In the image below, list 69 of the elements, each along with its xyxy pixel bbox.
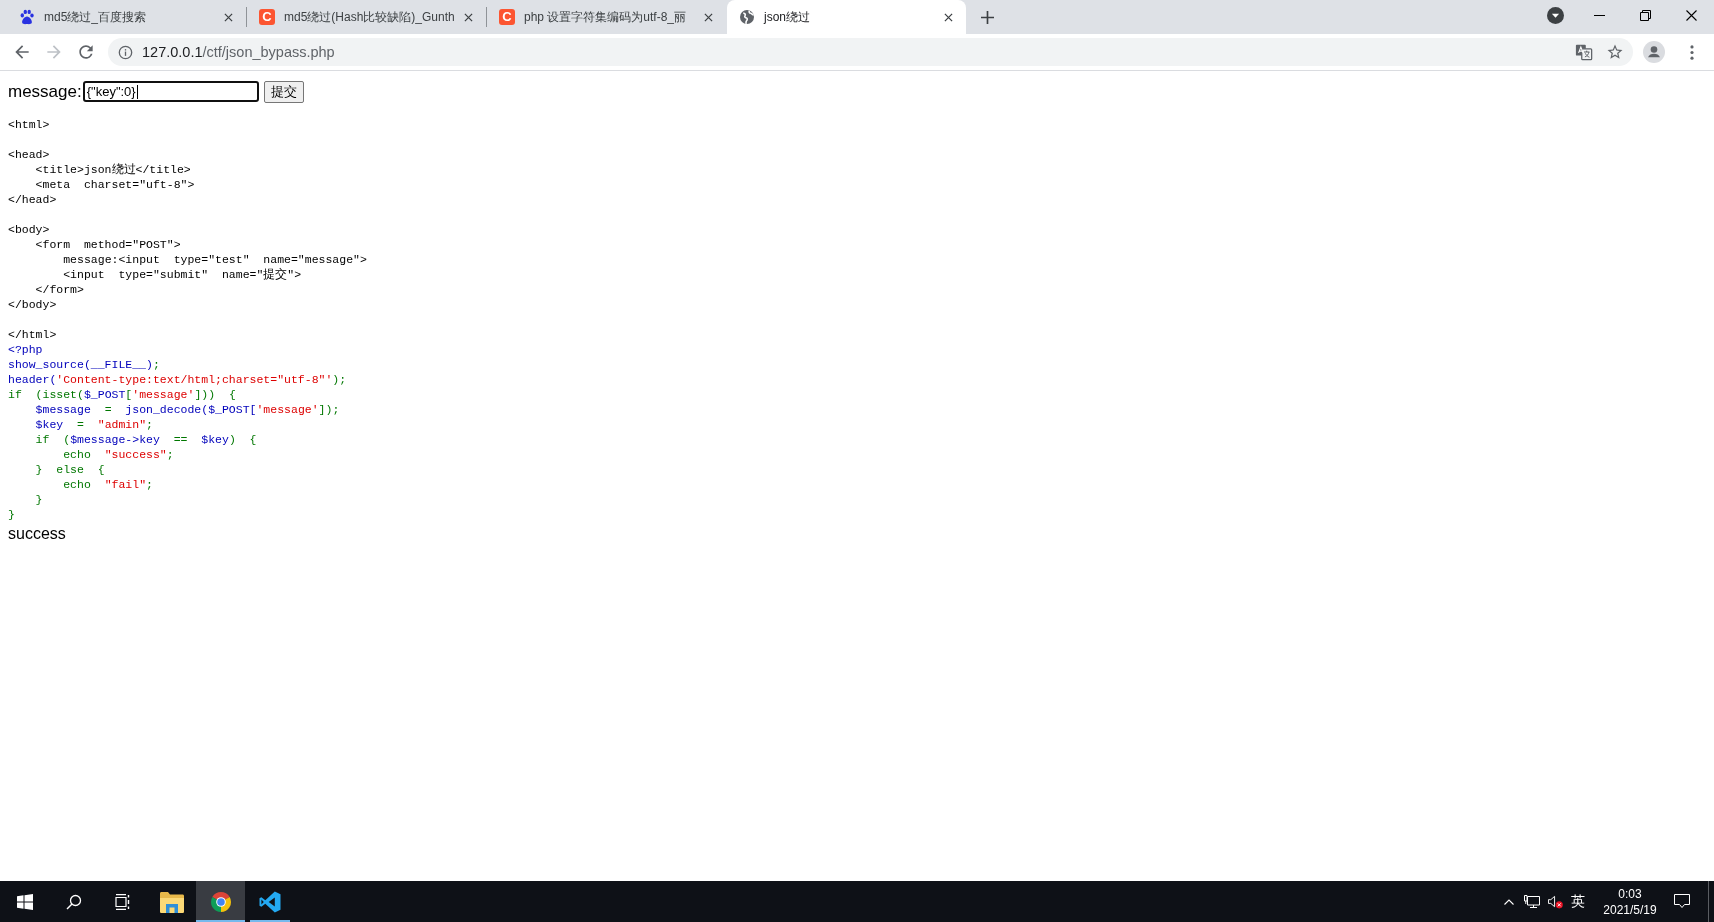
profile-avatar-icon[interactable] [1643, 41, 1665, 63]
output-text: success [8, 524, 66, 544]
plus-icon[interactable] [981, 10, 994, 24]
reload-icon[interactable] [76, 42, 96, 62]
browser-icon [208, 889, 233, 914]
speaker-muted-icon[interactable] [1547, 894, 1563, 909]
code-line: </body> [8, 298, 57, 311]
input-method-indicator[interactable]: 英 [1571, 892, 1585, 911]
minimize-icon[interactable] [1593, 14, 1605, 16]
code-line: if ($message->key == $key) { [35, 433, 257, 446]
submit-button[interactable]: 提交 [263, 80, 304, 103]
code-line: } [8, 508, 15, 521]
code-line: <meta charset="uft-8"> [35, 178, 195, 191]
code-line: echo "fail"; [63, 478, 153, 491]
globe-icon [739, 9, 755, 25]
favicon: C [259, 9, 275, 25]
code-line: message:<input type="test" name="message"> [63, 253, 367, 266]
field-label: message: [8, 81, 82, 102]
address-bar[interactable]: 127.0.0.1/ctf/json_bypass.php [108, 38, 1633, 66]
favicon: C [499, 9, 515, 25]
code-line: <?php [8, 343, 43, 356]
browser-tab[interactable]: md5绕过_百度搜索 [7, 0, 246, 34]
code-line: <form method="POST"> [35, 238, 181, 251]
task-view-icon[interactable] [114, 893, 131, 910]
code-line: } else { [35, 463, 105, 476]
close-icon[interactable] [944, 12, 953, 22]
code-line: <head> [8, 148, 50, 161]
code-line: } [35, 493, 43, 506]
chevron-up-icon[interactable] [1504, 898, 1514, 905]
browser-tab[interactable]: json绕过 [727, 0, 966, 34]
clock-time[interactable]: 0:03 [1618, 885, 1642, 902]
start-menu-icon[interactable] [16, 893, 33, 910]
code-line: <html> [8, 118, 50, 131]
restore-icon[interactable] [1639, 9, 1651, 21]
menu-dots-icon[interactable] [1690, 44, 1694, 60]
translate-icon[interactable] [1575, 43, 1593, 61]
code-line: <body> [8, 223, 50, 236]
paw-icon [19, 9, 35, 25]
code-editor-icon [257, 889, 282, 914]
taskbar-app-button[interactable] [196, 881, 245, 922]
star-icon[interactable] [1606, 43, 1624, 61]
browser-tab[interactable]: C php 设置字符集编码为utf-8_丽 [487, 0, 726, 34]
folder-icon [159, 889, 184, 914]
code-line: $message = json_decode($_POST['message']); [35, 403, 340, 416]
close-icon[interactable] [704, 12, 713, 22]
code-line: show_source(__FILE__); [8, 358, 160, 371]
close-icon[interactable] [224, 12, 233, 22]
clock-date[interactable]: 2021/5/19 [1603, 901, 1657, 918]
code-line: </html> [8, 328, 57, 341]
code-line: $key = "admin"; [35, 418, 153, 431]
code-line: if (isset($_POST['message'])) { [8, 388, 236, 401]
code-line: echo "success"; [63, 448, 174, 461]
close-icon[interactable] [1685, 9, 1697, 21]
info-icon[interactable] [118, 44, 133, 60]
search-icon[interactable] [65, 893, 82, 910]
network-icon[interactable] [1524, 894, 1540, 909]
code-line: </form> [35, 283, 84, 296]
notification-icon[interactable] [1674, 894, 1690, 909]
browser-tab[interactable]: C md5绕过(Hash比较缺陷)_Gunth [247, 0, 486, 34]
close-icon[interactable] [464, 12, 473, 22]
caret-down-circle-icon[interactable] [1547, 7, 1564, 24]
code-line: </head> [8, 193, 57, 206]
text-cursor-icon [136, 84, 138, 99]
message-input[interactable]: {"key":0} [82, 81, 259, 102]
code-line: <title>json绕过</title> [35, 163, 191, 176]
code-line: header('Content-type:text/html;charset="utf-8"'); [8, 373, 347, 386]
code-line: <input type="submit" name="提交"> [63, 268, 302, 281]
url-host: 127.0.0.1 [142, 44, 203, 60]
url-path: /ctf/json_bypass.php [202, 44, 335, 60]
